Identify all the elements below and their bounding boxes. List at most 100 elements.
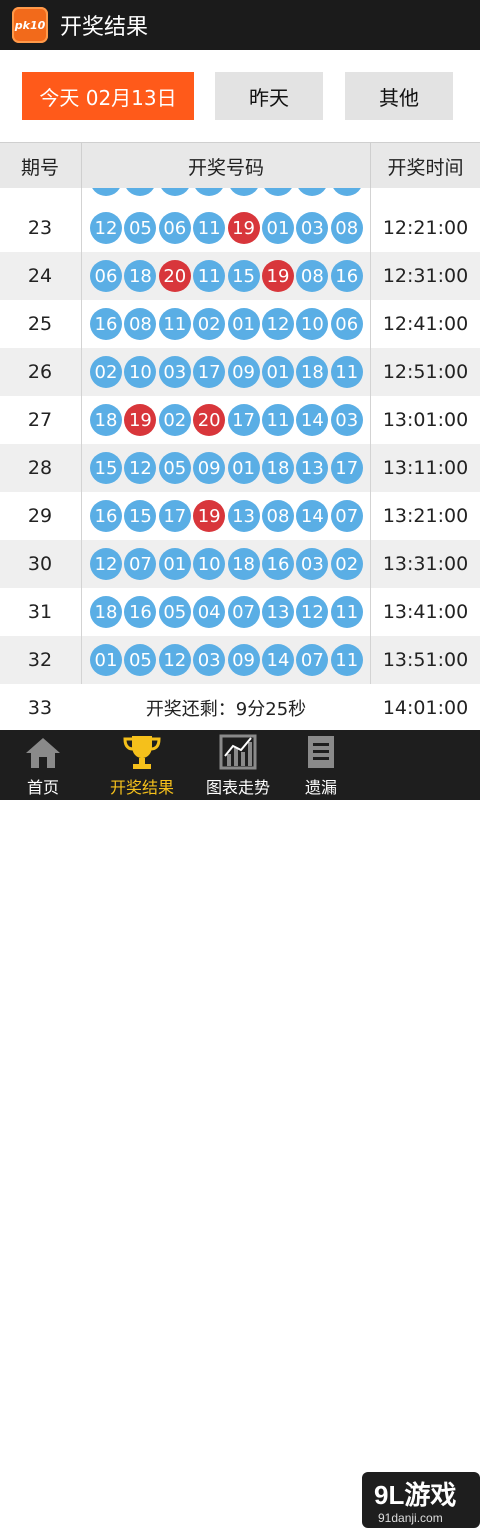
table-row[interactable]: 32 01 05 12 03 09 14 07 11 13:51:00 bbox=[0, 636, 480, 685]
tab-results[interactable]: 开奖结果 bbox=[100, 730, 184, 800]
row-divider bbox=[81, 588, 82, 636]
number-ball-blue: 11 bbox=[330, 356, 363, 388]
watermark: 9L游戏 91danji.com bbox=[362, 1472, 480, 1528]
table-row[interactable]: 31 18 16 05 04 07 13 12 11 13:41:00 bbox=[0, 588, 480, 637]
number-ball-blue: 08 bbox=[124, 308, 157, 340]
number-ball-blue bbox=[193, 188, 226, 196]
number-ball-blue: 15 bbox=[124, 500, 157, 532]
issue-number: 26 bbox=[27, 361, 53, 383]
number-ball-blue: 02 bbox=[158, 404, 191, 436]
countdown-text: 开奖还剩：9分25秒 bbox=[145, 699, 307, 720]
number-ball-blue: 03 bbox=[296, 212, 329, 244]
draw-time: 12:31:00 bbox=[382, 265, 469, 287]
row-divider bbox=[370, 188, 371, 204]
table-row[interactable]: 29 16 15 17 19 13 08 14 07 13:21:00 bbox=[0, 492, 480, 541]
number-balls: 18 16 05 04 07 13 12 11 bbox=[90, 596, 365, 628]
number-ball-blue: 02 bbox=[330, 548, 363, 580]
table-row[interactable]: 28 15 12 05 09 01 18 13 17 13:11:00 bbox=[0, 444, 480, 493]
number-ball-blue: 16 bbox=[261, 548, 294, 580]
row-divider bbox=[81, 396, 82, 444]
table-row[interactable]: 27 18 19 02 20 17 11 14 03 13:01:00 bbox=[0, 396, 480, 445]
number-ball-blue: 01 bbox=[227, 452, 260, 484]
watermark-logo: 9L游戏 91danji.com bbox=[362, 1472, 480, 1528]
list-icon bbox=[308, 736, 334, 768]
tab-label: 首页 bbox=[26, 778, 59, 797]
number-ball-blue: 17 bbox=[193, 356, 226, 388]
number-ball-blue: 06 bbox=[90, 260, 122, 292]
column-header-time: 开奖时间 bbox=[387, 156, 464, 179]
table-row[interactable]: 26 02 10 03 17 09 01 18 11 12:51:00 bbox=[0, 348, 480, 397]
number-ball-red: 19 bbox=[124, 404, 157, 436]
number-ball-blue: 11 bbox=[330, 596, 363, 628]
number-ball-blue: 02 bbox=[90, 356, 122, 388]
number-ball-blue: 07 bbox=[227, 596, 260, 628]
tab-label: 开奖结果 bbox=[109, 778, 174, 797]
number-ball-blue: 08 bbox=[261, 500, 294, 532]
number-ball-red: 19 bbox=[227, 212, 260, 244]
number-ball-blue: 14 bbox=[261, 644, 294, 676]
row-divider bbox=[81, 300, 82, 348]
title-bar: pk10 开奖结果 bbox=[0, 0, 480, 50]
number-ball-blue: 05 bbox=[158, 452, 191, 484]
number-ball-blue: 09 bbox=[227, 356, 260, 388]
number-ball-blue: 10 bbox=[193, 548, 226, 580]
number-ball-blue: 10 bbox=[296, 308, 329, 340]
number-ball-blue: 07 bbox=[296, 644, 329, 676]
row-divider bbox=[81, 348, 82, 396]
number-ball-blue: 05 bbox=[158, 596, 191, 628]
tab-label: 图表走势 bbox=[205, 778, 270, 797]
filter-other-button[interactable]: 其他 bbox=[345, 72, 453, 120]
table-row[interactable]: 23 12 05 06 11 19 01 03 08 12:21:00 bbox=[0, 204, 480, 253]
filter-yesterday-button[interactable]: 昨天 bbox=[215, 72, 323, 120]
number-ball-blue bbox=[90, 188, 122, 196]
number-ball-blue: 05 bbox=[124, 644, 157, 676]
tab-chart[interactable]: 图表走势 bbox=[196, 730, 280, 800]
number-ball-blue: 08 bbox=[330, 212, 363, 244]
number-ball-blue: 02 bbox=[193, 308, 226, 340]
number-ball-red: 20 bbox=[158, 260, 191, 292]
app-logo-icon: pk10 bbox=[12, 7, 48, 43]
number-balls: 12 07 01 10 18 16 03 02 bbox=[90, 548, 365, 580]
table-row[interactable]: 30 12 07 01 10 18 16 03 02 13:31:00 bbox=[0, 540, 480, 589]
number-ball-blue: 11 bbox=[193, 260, 226, 292]
number-ball-blue bbox=[296, 188, 329, 196]
table-row[interactable]: 24 06 18 20 11 15 19 08 16 12:31:00 bbox=[0, 252, 480, 301]
table-header: 期号 开奖号码 开奖时间 bbox=[0, 142, 480, 190]
page-title: 开奖结果 bbox=[60, 15, 149, 40]
number-ball-blue bbox=[124, 188, 157, 196]
draw-time: 12:41:00 bbox=[382, 313, 469, 335]
number-ball-blue: 09 bbox=[227, 644, 260, 676]
row-divider bbox=[81, 492, 82, 540]
number-ball-red: 20 bbox=[193, 404, 226, 436]
number-ball-blue: 12 bbox=[158, 644, 191, 676]
row-divider bbox=[81, 540, 82, 588]
row-divider bbox=[81, 444, 82, 492]
row-divider bbox=[81, 252, 82, 300]
tab-home[interactable]: 首页 bbox=[8, 730, 78, 800]
number-ball-red: 19 bbox=[261, 260, 294, 292]
tab-missing[interactable]: 遗漏 bbox=[296, 730, 346, 800]
number-ball-blue: 06 bbox=[330, 308, 363, 340]
number-ball-blue: 09 bbox=[193, 452, 226, 484]
number-ball-blue: 16 bbox=[124, 596, 157, 628]
number-ball-blue: 15 bbox=[90, 452, 122, 484]
draw-time: 12:21:00 bbox=[382, 217, 469, 239]
results-table[interactable]: 23 12 05 06 11 19 01 03 08 12:21:00 24 06 18 20 11 15 19… bbox=[0, 188, 480, 730]
number-ball-blue: 10 bbox=[124, 356, 157, 388]
number-ball-blue: 01 bbox=[261, 356, 294, 388]
number-ball-blue: 15 bbox=[227, 260, 260, 292]
chart-icon bbox=[219, 734, 257, 770]
draw-time: 12:51:00 bbox=[382, 361, 469, 383]
table-row[interactable]: 25 16 08 11 02 01 12 10 06 12:41:00 bbox=[0, 300, 480, 349]
number-ball-blue: 17 bbox=[227, 404, 260, 436]
number-ball-blue: 11 bbox=[193, 212, 226, 244]
home-icon bbox=[26, 738, 60, 768]
issue-number: 28 bbox=[27, 457, 53, 479]
svg-text:91danji.com: 91danji.com bbox=[378, 1511, 443, 1525]
number-ball-blue: 01 bbox=[158, 548, 191, 580]
table-row-pending[interactable]: 33 开奖还剩：9分25秒 14:01:00 bbox=[0, 684, 480, 730]
number-balls: 01 05 12 03 09 14 07 11 bbox=[90, 644, 365, 676]
filter-today-button[interactable]: 今天 02月13日 bbox=[22, 72, 194, 120]
trophy-icon bbox=[123, 736, 161, 769]
issue-number: 31 bbox=[27, 601, 53, 623]
